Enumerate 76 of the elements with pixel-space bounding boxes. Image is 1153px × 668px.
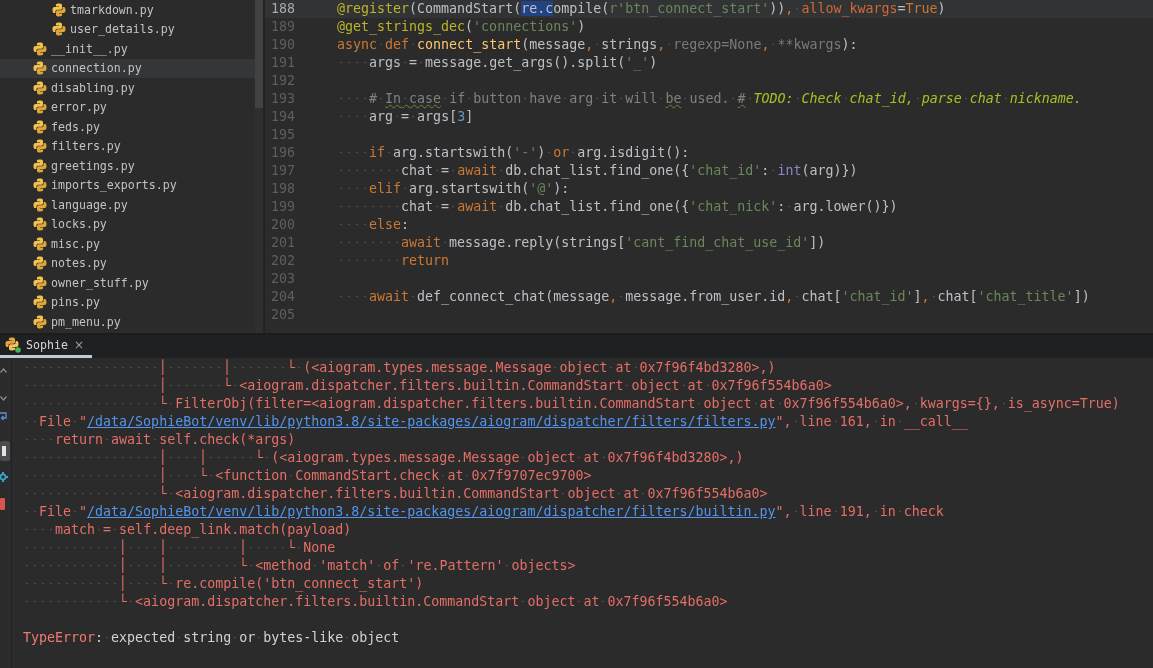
file-item[interactable]: feds.py (0, 117, 255, 137)
code-line: @register(CommandStart(re.compile(r'btn_connect_start')), allow_kwargs=True) (337, 0, 946, 18)
file-link[interactable]: /data/SophieBot/venv/lib/python3.8/site-packages/aiogram/dispatcher/filters/filters.py (87, 413, 776, 431)
error-message: TypeError: expected string or bytes-like object (23, 629, 400, 647)
code-line: return (337, 252, 450, 270)
traceback-line: └ <aiogram.dispatcher.filters.builtin.CommandStart object at 0x7f96f554b6a0> (23, 485, 768, 503)
file-type-icon (33, 197, 47, 212)
file-item[interactable]: filters.py (0, 136, 255, 156)
code-line: arg = args[3] (337, 108, 474, 126)
file-item[interactable]: imports_exports.py (0, 175, 255, 195)
chevron-down-icon[interactable] (0, 396, 7, 401)
traceback-line: │ └ <aiogram.dispatcher.filters.builtin.CommandStart object at 0x7f96f554b6a0> (23, 377, 832, 395)
file-item[interactable]: disabling.py (0, 78, 255, 98)
code-line: elif arg.startswith('@'): (337, 180, 570, 198)
file-type-icon (33, 295, 47, 310)
wrap-arrow-icon[interactable] (0, 412, 7, 422)
traceback-line: match = self.deep_link.match(payload) (23, 521, 352, 539)
scrollbar-thumb[interactable] (255, 0, 263, 108)
traceback-text: File " (23, 413, 88, 431)
traceback-line: │ └ <function CommandStart.check at 0x7f9707ec9700> (23, 467, 592, 485)
file-type-icon (33, 275, 47, 290)
code-line: async def connect_start(message, strings, regexp=None, **kwargs): (337, 36, 858, 54)
file-type-icon (33, 100, 47, 115)
file-type-icon (33, 314, 47, 329)
file-type-icon (52, 22, 66, 37)
code-line: # In case if button have arg it will be used. # TODO: Check chat_id, parse chat nickname. (337, 90, 1082, 108)
file-type-icon (33, 61, 47, 76)
traceback-line: │ │ │ └ None (23, 539, 336, 557)
file-item[interactable]: owner_stuff.py (0, 273, 255, 293)
file-item[interactable]: misc.py (0, 234, 255, 254)
file-item[interactable]: pm_menu.py (0, 312, 255, 332)
code-line: chat = await db.chat_list.find_one({'chat_id': int(arg)}) (337, 162, 858, 180)
file-type-icon (33, 41, 47, 56)
traceback-line: │ │ └ (<aiogram.types.message.Message object at 0x7f96f4bd3280>,) (23, 449, 744, 467)
file-item[interactable]: tmarkdown.py (0, 0, 255, 20)
traceback-line: │ │ └ (<aiogram.types.message.Message object at 0x7f96f4bd3280>,) (23, 359, 776, 377)
file-type-icon (52, 2, 66, 17)
traceback-line: └ <aiogram.dispatcher.filters.builtin.CommandStart object at 0x7f96f554b6a0> (23, 593, 728, 611)
code-line: await message.reply(strings['cant_find_chat_use_id']) (337, 234, 826, 252)
panel-toggle-icon[interactable] (0, 441, 10, 461)
file-type-icon (33, 119, 47, 134)
file-item[interactable]: user_details.py (0, 19, 255, 39)
file-type-icon (33, 80, 47, 95)
file-item[interactable]: notes.py (0, 253, 255, 273)
file-type-icon (33, 217, 47, 232)
close-button[interactable]: × (72, 338, 85, 352)
tab-icon (5, 337, 21, 353)
code-line: else: (337, 216, 410, 234)
file-item[interactable]: error.py (0, 97, 255, 117)
file-item[interactable]: __init__.py (0, 39, 255, 59)
traceback-text: File " (23, 503, 88, 521)
chevron-up-icon[interactable] (0, 368, 7, 373)
gear-icon[interactable] (0, 472, 8, 482)
file-type-icon (33, 256, 47, 271)
traceback-text: ", line 161, in __call__ (775, 413, 968, 431)
file-type-icon (33, 158, 47, 173)
code-line: if arg.startswith('-') or arg.isdigit(): (337, 144, 690, 162)
code-line: chat = await db.chat_list.find_one({'chat_nick': arg.lower()}) (337, 198, 898, 216)
traceback-line: └ FilterObj(filter=<aiogram.dispatcher.filters.builtin.CommandStart object at 0x7f96f554b6a0>, kwargs={}, is_async=True) (23, 395, 1120, 413)
code-line: @get_strings_dec('connections') (337, 18, 586, 36)
code-line: args = message.get_args().split('_') (337, 54, 658, 72)
file-item[interactable]: connection.py (0, 58, 255, 78)
file-type-icon (33, 139, 47, 154)
file-item[interactable]: language.py (0, 195, 255, 215)
file-item[interactable]: pins.py (0, 292, 255, 312)
file-item[interactable]: locks.py (0, 214, 255, 234)
line-number: 188 (270, 0, 295, 18)
traceback-line: │ └ re.compile('btn_connect_start') (23, 575, 424, 593)
file-type-icon (33, 178, 47, 193)
file-item[interactable]: greetings.py (0, 156, 255, 176)
traceback-text: ", line 191, in check (775, 503, 944, 521)
code-line: await def_connect_chat(message, message.from_user.id, chat['chat_id'], chat['chat_title']) (337, 288, 1090, 306)
file-type-icon (33, 236, 47, 251)
file-link[interactable]: /data/SophieBot/venv/lib/python3.8/site-packages/aiogram/dispatcher/filters/builtin.py (87, 503, 776, 521)
traceback-line: │ │ └ <method 'match' of 're.Pattern' objects> (23, 557, 576, 575)
traceback-line: return await self.check(*args) (23, 431, 296, 449)
